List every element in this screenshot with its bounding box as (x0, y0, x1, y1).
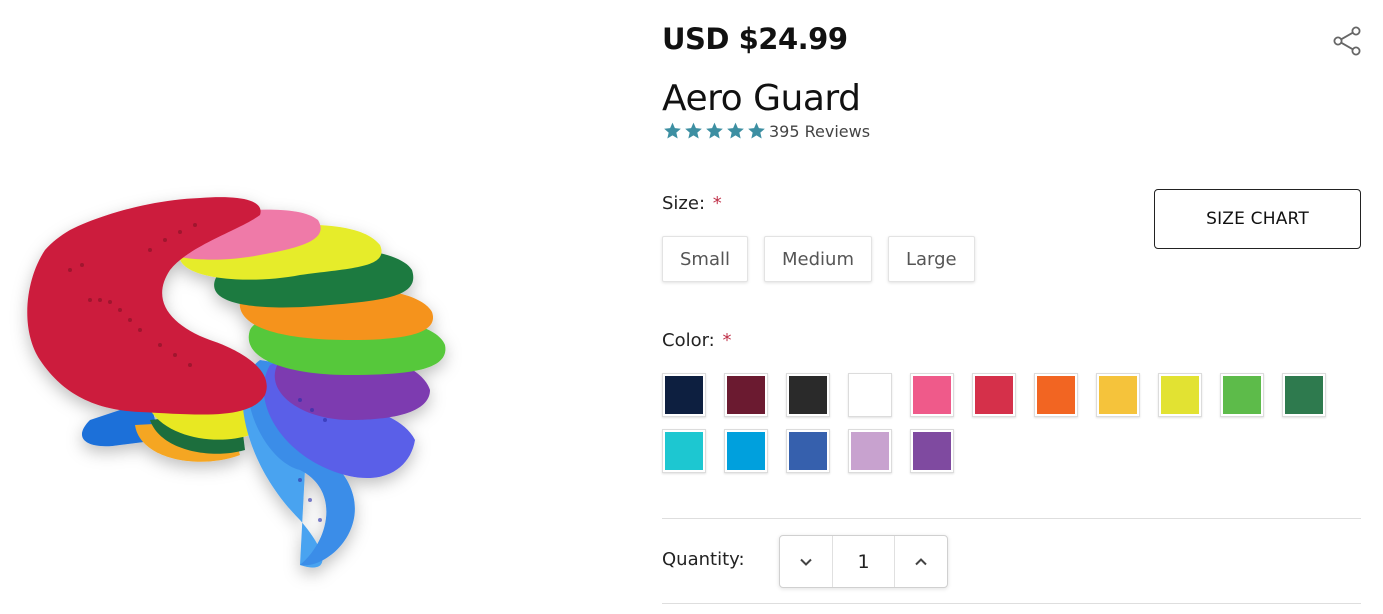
quantity-decrement-button[interactable] (780, 536, 832, 587)
color-swatch-fill (913, 376, 951, 414)
color-swatch-fill (789, 376, 827, 414)
color-swatch[interactable] (910, 373, 954, 417)
color-swatch-fill (975, 376, 1013, 414)
size-label-text: Size: (662, 193, 706, 214)
divider (662, 603, 1361, 604)
product-rating: 395 Reviews (662, 119, 870, 143)
quantity-stepper: 1 (779, 535, 948, 588)
color-swatch[interactable] (910, 429, 954, 473)
size-option-large[interactable]: Large (887, 236, 975, 282)
required-mark: * (712, 193, 722, 214)
color-swatch-fill (1161, 376, 1199, 414)
product-image (0, 0, 640, 614)
quantity-value[interactable]: 1 (832, 536, 895, 587)
color-swatch-fill (851, 432, 889, 470)
size-chart-button[interactable]: SIZE CHART (1154, 189, 1361, 249)
color-label: Color: * (662, 330, 731, 351)
size-option-small[interactable]: Small (662, 236, 748, 282)
size-options: Small Medium Large (662, 236, 975, 282)
star-icon (727, 122, 744, 139)
color-swatch[interactable] (1220, 373, 1264, 417)
color-swatch[interactable] (848, 429, 892, 473)
rating-stars (662, 121, 767, 141)
color-swatch[interactable] (1034, 373, 1078, 417)
star-icon (685, 122, 702, 139)
color-swatch-fill (789, 432, 827, 470)
color-swatch-fill (913, 432, 951, 470)
star-icon (748, 122, 765, 139)
color-swatch-fill (1099, 376, 1137, 414)
color-swatches (662, 373, 1342, 473)
size-label: Size: * (662, 193, 722, 214)
color-swatch[interactable] (724, 373, 768, 417)
chevron-up-icon (915, 557, 927, 565)
color-swatch[interactable] (786, 373, 830, 417)
color-swatch[interactable] (1158, 373, 1202, 417)
quantity-increment-button[interactable] (895, 536, 947, 587)
star-icon (664, 122, 681, 139)
color-swatch[interactable] (972, 373, 1016, 417)
color-swatch-fill (1037, 376, 1075, 414)
color-swatch[interactable] (786, 429, 830, 473)
color-swatch[interactable] (662, 429, 706, 473)
divider (662, 518, 1361, 519)
color-swatch[interactable] (848, 373, 892, 417)
share-icon[interactable] (1332, 26, 1362, 56)
product-title: Aero Guard (662, 78, 861, 119)
color-swatch-fill (665, 376, 703, 414)
color-swatch[interactable] (1096, 373, 1140, 417)
chevron-down-icon (800, 558, 812, 566)
product-price: USD $24.99 (662, 22, 848, 56)
required-mark: * (722, 330, 732, 351)
color-swatch-fill (851, 376, 889, 414)
size-option-medium[interactable]: Medium (764, 236, 872, 282)
color-swatch[interactable] (724, 429, 768, 473)
reviews-link[interactable]: 395 Reviews (769, 122, 870, 141)
color-swatch-fill (665, 432, 703, 470)
color-label-text: Color: (662, 330, 715, 351)
color-swatch[interactable] (662, 373, 706, 417)
color-swatch-fill (727, 376, 765, 414)
color-swatch[interactable] (1282, 373, 1326, 417)
quantity-label: Quantity: (662, 549, 745, 570)
star-icon (706, 122, 723, 139)
color-swatch-fill (1285, 376, 1323, 414)
product-details: USD $24.99 Aero Guard 395 Reviews Size: … (662, 0, 1362, 614)
color-swatch-fill (1223, 376, 1261, 414)
color-swatch-fill (727, 432, 765, 470)
